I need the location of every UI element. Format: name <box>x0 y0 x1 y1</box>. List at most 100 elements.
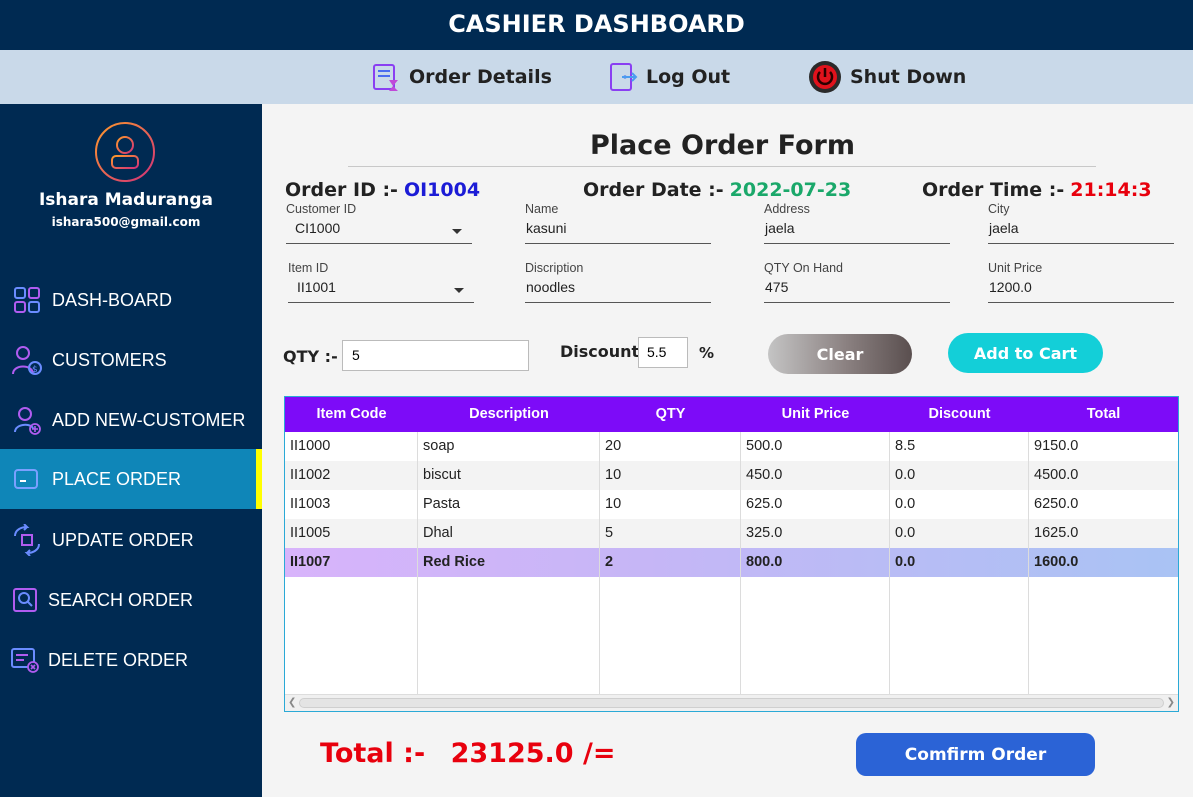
sidebar-item-label: SEARCH ORDER <box>48 589 194 610</box>
horizontal-scrollbar[interactable]: ❮ ❯ <box>285 694 1178 711</box>
sidebar-item-label: DELETE ORDER <box>48 649 189 670</box>
cell-unit-price: 450.0 <box>741 461 890 490</box>
place-order-icon <box>10 462 44 496</box>
description-field[interactable]: Discription noodles <box>525 261 711 303</box>
sidebar-item-customers[interactable]: $ CUSTOMERS <box>0 330 262 390</box>
order-date-label: Order Date :- <box>583 179 724 201</box>
city-value: jaela <box>988 220 1174 244</box>
order-date-value: 2022-07-23 <box>729 179 852 201</box>
cell-discount: 0.0 <box>890 548 1029 577</box>
cell-item-code: II1005 <box>285 519 418 548</box>
delete-order-icon <box>8 643 42 677</box>
cell-discount: 0.0 <box>890 490 1029 519</box>
table-row[interactable]: II1003 Pasta 10 625.0 0.0 6250.0 <box>285 490 1178 519</box>
clear-button[interactable]: Clear <box>768 334 912 374</box>
table-row[interactable]: II1007 Red Rice 2 800.0 0.0 1600.0 <box>285 548 1178 577</box>
scroll-right-icon[interactable]: ❯ <box>1167 697 1175 708</box>
unit-price-value: 1200.0 <box>988 279 1174 303</box>
user-avatar-icon <box>95 122 155 182</box>
column-header-discount[interactable]: Discount <box>890 397 1029 432</box>
column-header-total[interactable]: Total <box>1029 397 1178 432</box>
total-label: Total :- <box>320 738 426 769</box>
city-field[interactable]: City jaela <box>988 202 1174 244</box>
power-icon <box>809 61 841 93</box>
item-id-label: Item ID <box>288 261 329 275</box>
title-divider <box>348 166 1096 167</box>
scroll-left-icon[interactable]: ❮ <box>288 697 296 708</box>
cell-qty: 10 <box>600 490 741 519</box>
unit-price-label: Unit Price <box>988 261 1043 275</box>
item-id-combo[interactable]: Item ID II1001 <box>288 261 474 303</box>
order-details-label: Order Details <box>409 66 552 88</box>
item-id-value: II1001 <box>288 279 474 303</box>
order-details-button[interactable]: Order Details <box>371 50 552 104</box>
log-out-label: Log Out <box>646 66 731 88</box>
svg-text:$: $ <box>32 365 38 375</box>
cell-qty: 10 <box>600 461 741 490</box>
table-row[interactable]: II1005 Dhal 5 325.0 0.0 1625.0 <box>285 519 1178 548</box>
name-field[interactable]: Name kasuni <box>525 202 711 244</box>
description-label: Discription <box>525 261 584 275</box>
address-field[interactable]: Address jaela <box>764 202 950 244</box>
cell-item-code: II1007 <box>285 548 418 577</box>
order-time-label: Order Time :- <box>922 179 1065 201</box>
customer-id-combo[interactable]: Customer ID CI1000 <box>286 202 472 244</box>
sidebar-item-place-order[interactable]: PLACE ORDER <box>0 449 262 509</box>
cell-discount: 8.5 <box>890 432 1029 461</box>
address-value: jaela <box>764 220 950 244</box>
cell-qty: 5 <box>600 519 741 548</box>
column-header-unit-price[interactable]: Unit Price <box>741 397 890 432</box>
unit-price-field[interactable]: Unit Price 1200.0 <box>988 261 1174 303</box>
app-title: CASHIER DASHBOARD <box>0 0 1193 50</box>
order-id-label: Order ID :- <box>285 179 398 201</box>
cell-unit-price: 800.0 <box>741 548 890 577</box>
column-header-description[interactable]: Description <box>418 397 600 432</box>
cell-total: 9150.0 <box>1034 438 1079 454</box>
column-divider <box>1028 432 1029 694</box>
cell-description: soap <box>418 432 600 461</box>
customers-icon: $ <box>10 343 44 377</box>
sidebar-item-search-order[interactable]: SEARCH ORDER <box>0 570 262 630</box>
sidebar-item-delete-order[interactable]: DELETE ORDER <box>0 630 262 690</box>
chevron-down-icon[interactable] <box>452 229 462 234</box>
cell-description: Red Rice <box>418 548 600 577</box>
add-to-cart-button[interactable]: Add to Cart <box>948 333 1103 373</box>
percent-sign: % <box>699 344 715 362</box>
column-header-qty[interactable]: QTY <box>600 397 741 432</box>
user-email: ishara500@gmail.com <box>51 215 201 229</box>
table-row[interactable]: II1000 soap 20 500.0 8.5 9150.0 <box>285 432 1178 461</box>
cell-discount: 0.0 <box>890 461 1029 490</box>
qty-on-hand-value: 475 <box>764 279 950 303</box>
column-header-item-code[interactable]: Item Code <box>285 397 418 432</box>
table-row[interactable]: II1002 biscut 10 450.0 0.0 4500.0 <box>285 461 1178 490</box>
order-total: Total :- 23125.0 /= <box>320 738 615 769</box>
sidebar-item-label: CUSTOMERS <box>52 349 167 370</box>
table-body[interactable]: II1000 soap 20 500.0 8.5 9150.0 II1002 biscut 10… <box>285 432 1178 694</box>
sidebar-item-update-order[interactable]: UPDATE ORDER <box>0 510 262 570</box>
discount-label: Discount <box>560 342 640 361</box>
cart-table[interactable]: Item Code Description QTY Unit Price Discoun… <box>284 396 1179 712</box>
order-id-value: OI1004 <box>403 179 481 201</box>
add-customer-icon <box>10 403 44 437</box>
customer-id-value: CI1000 <box>286 220 472 244</box>
discount-input[interactable]: 5.5 <box>638 337 688 368</box>
sidebar-item-dashboard[interactable]: DASH-BOARD <box>0 270 262 330</box>
update-order-icon <box>10 523 44 557</box>
sidebar-item-label: UPDATE ORDER <box>52 529 194 550</box>
shut-down-button[interactable]: Shut Down <box>808 50 966 104</box>
sidebar-item-add-new-customer[interactable]: ADD NEW-CUSTOMER <box>0 390 262 450</box>
cell-description: Pasta <box>418 490 600 519</box>
name-label: Name <box>525 202 559 216</box>
chevron-down-icon[interactable] <box>454 288 464 293</box>
address-label: Address <box>764 202 810 216</box>
qty-on-hand-field[interactable]: QTY On Hand 475 <box>764 261 950 303</box>
confirm-order-button[interactable]: Comfirm Order <box>856 733 1095 776</box>
cell-total: 4500.0 <box>1034 467 1079 483</box>
qty-input[interactable]: 5 <box>342 340 529 371</box>
cell-description: biscut <box>418 461 600 490</box>
cell-total: 6250.0 <box>1034 496 1079 512</box>
cell-discount: 0.0 <box>890 519 1029 548</box>
log-out-button[interactable]: Log Out <box>608 50 730 104</box>
scrollbar-thumb[interactable] <box>299 698 1164 708</box>
total-value: 23125.0 /= <box>450 738 616 769</box>
